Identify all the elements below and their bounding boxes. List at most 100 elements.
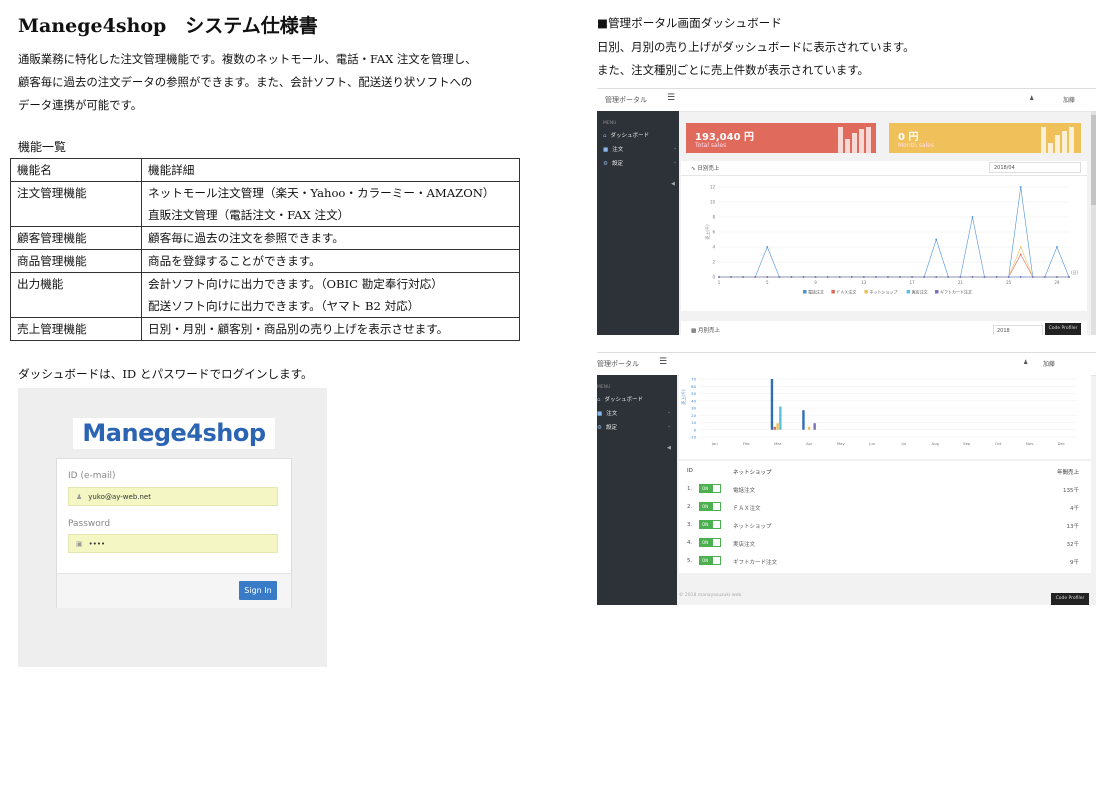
panel-header: ∿ 日別売上 2018/04	[681, 161, 1087, 176]
monthly-sales-chart: -10 0 10 20 30 40 50 60 70 売上(千) Jan Feb Mar Apr May Ju…	[680, 377, 1077, 446]
data-point	[1007, 276, 1010, 278]
sidebar-item-settings[interactable]: ⚙ 設定 ⌄	[603, 159, 677, 167]
feature-name: 売上管理機能	[10, 317, 142, 341]
table-row: 2. ON ＦＡＸ注文 4千	[679, 499, 1091, 515]
on-toggle[interactable]: ON	[699, 484, 721, 493]
header-cell: 機能名	[10, 158, 142, 182]
y-tick-label: -10	[690, 435, 697, 440]
period-select[interactable]: 2018/04	[989, 162, 1081, 173]
bar	[770, 379, 774, 430]
data-point	[766, 246, 769, 248]
portal-brand: 管理ポータル	[597, 360, 639, 368]
on-toggle[interactable]: ON	[699, 520, 721, 529]
sidebar-item-settings[interactable]: ⚙ 設定 ⌄	[597, 423, 671, 431]
dashboard-description: 日別、月別の売り上げがダッシュボードに表示されています。 また、注文種別ごとに売…	[597, 36, 914, 82]
on-toggle[interactable]: ON	[699, 538, 721, 547]
x-tick-label: Jul	[900, 441, 906, 446]
bar	[802, 410, 805, 430]
feature-detail-line: 会計ソフト向けに出力できます。（OBIC 勘定奉行対応）	[148, 277, 443, 291]
user-name[interactable]: 加藤	[1043, 359, 1055, 368]
dashboard-screenshot-monthly: 管理ポータル ☰ ♟ 加藤 MENU ⌂ ダッシュボード ■ 注文 ⌄ ⚙ 設定 ⌄ ◀ …	[597, 352, 1096, 605]
hamburger-menu-icon[interactable]: ☰	[667, 93, 675, 103]
order-type-name: 電話注文	[733, 488, 756, 494]
gear-icon: ⚙	[597, 425, 602, 431]
order-type-name: ＦＡＸ注文	[733, 506, 761, 512]
sidebar-item-dashboard[interactable]: ⌂ ダッシュボード	[597, 395, 643, 403]
y-tick-label: 60	[691, 384, 696, 389]
x-tick-label: 25	[1006, 280, 1012, 285]
daily-sales-panel: ∿ 日別売上 2018/04 0 2 4 6 8 10 12 1 5 9 13 17 21 25 29 (日)…	[681, 161, 1087, 311]
x-tick-label: May	[837, 441, 846, 446]
sidebar-item-dashboard[interactable]: ⌂ ダッシュボード	[603, 131, 649, 139]
collapse-icon[interactable]: ◀	[667, 445, 671, 451]
feature-detail-line: 配送ソフト向けに出力できます。（ヤマト B2 対応）	[148, 299, 420, 313]
feature-detail-line: ネットモール注文管理（楽天・Yahoo・カラーミー・AMAZON）	[148, 186, 495, 200]
dashboard-screenshot-daily: 管理ポータル ☰ ♟ 加藤 MENU ⌂ ダッシュボード ■ 注文 ⌄ ⚙ 設定 ⌄ ◀ …	[597, 88, 1096, 335]
period-select[interactable]: 2018	[993, 325, 1043, 335]
password-value: ••••	[88, 540, 106, 548]
login-footer: Sign In	[57, 573, 291, 608]
on-toggle[interactable]: ON	[699, 502, 721, 511]
rank-number: 2.	[687, 504, 693, 510]
sidebar-item-orders[interactable]: ■ 注文 ⌄	[603, 145, 677, 153]
user-name[interactable]: 加藤	[1063, 95, 1075, 104]
brand-logo: Manege4shop	[82, 419, 266, 447]
data-point	[983, 276, 986, 278]
sidebar-item-label: 設定	[611, 161, 623, 167]
cart-icon: ■	[597, 411, 603, 417]
y-tick-label: 2	[712, 260, 715, 265]
data-point	[1019, 253, 1022, 256]
code-profiler-button[interactable]: Code Profiler	[1045, 323, 1081, 335]
feature-details: 顧客毎に過去の注文を参照できます。	[141, 226, 520, 250]
home-icon: ⌂	[597, 397, 601, 403]
footer-copyright: © 2018 manayasuzuki-web	[679, 593, 742, 598]
on-toggle[interactable]: ON	[699, 556, 721, 565]
data-point	[1056, 276, 1058, 278]
order-type-name: ネットショップ	[733, 524, 772, 530]
document-title: Manege4shop システム仕様書	[18, 15, 318, 37]
sidebar-item-orders[interactable]: ■ 注文 ⌄	[597, 409, 671, 417]
description-line: また、注文種別ごとに売上件数が表示されています。	[597, 63, 869, 77]
menu-label: MENU	[597, 385, 611, 390]
feature-detail-line: 日別・月別・顧客別・商品別の売り上げを表示させます。	[148, 322, 449, 336]
legend-label: ギフトカード注文	[940, 288, 972, 294]
legend-swatch	[831, 290, 835, 294]
data-point	[1031, 276, 1034, 278]
rank-number: 4.	[687, 540, 693, 546]
login-card: ID (e-mail) ♟ yuko@ay-web.net Password ▣ •…	[56, 458, 292, 608]
y-tick-label: 20	[691, 413, 696, 418]
panel-title: ▩ 月別売上	[691, 328, 720, 334]
scrollbar[interactable]	[1091, 111, 1096, 335]
toggle-label: ON	[702, 522, 709, 527]
sidebar: MENU ⌂ ダッシュボード ■ 注文 ⌄ ⚙ 設定 ⌄ ◀	[597, 375, 677, 605]
table-row: 注文管理機能 ネットモール注文管理（楽天・Yahoo・カラーミー・AMAZON）…	[10, 181, 520, 227]
x-tick-label: Nov	[1026, 441, 1034, 446]
y-tick-label: 0	[694, 427, 697, 432]
data-point	[730, 276, 732, 278]
header-cell: 機能詳細	[141, 158, 520, 182]
email-field[interactable]: ♟ yuko@ay-web.net	[68, 487, 278, 506]
code-profiler-button[interactable]: Code Profiler	[1051, 593, 1089, 605]
table-row: 3. ON ネットショップ 13千	[679, 517, 1091, 533]
kpi-label: Total sales	[695, 142, 727, 149]
hamburger-menu-icon[interactable]: ☰	[659, 357, 667, 367]
table-header-row: 機能名 機能詳細	[10, 158, 520, 182]
feature-name: 注文管理機能	[10, 181, 142, 227]
legend-label: ＦＡＸ注文	[836, 288, 856, 294]
data-point	[935, 238, 938, 241]
x-tick-label: 29	[1054, 280, 1060, 285]
sign-in-button[interactable]: Sign In	[239, 581, 277, 600]
feature-name: 出力機能	[10, 272, 142, 318]
password-field[interactable]: ▣ ••••	[68, 534, 278, 553]
dashboard-heading: ■管理ポータル画面ダッシュボード	[597, 16, 782, 30]
y-tick-label: 40	[691, 398, 696, 403]
x-tick-label: 5	[766, 280, 769, 285]
data-point	[971, 276, 974, 278]
monthly-sales-chart-panel: -10 0 10 20 30 40 50 60 70 売上(千) Jan Feb Mar Apr May Ju…	[679, 375, 1091, 459]
portal-brand: 管理ポータル	[605, 96, 647, 104]
collapse-icon[interactable]: ◀	[671, 181, 675, 187]
panel-title-text: 月別売上	[697, 328, 720, 334]
data-point	[959, 276, 962, 278]
x-tick-label: 13	[861, 280, 867, 285]
order-type-name: ギフトカード注文	[733, 560, 778, 566]
